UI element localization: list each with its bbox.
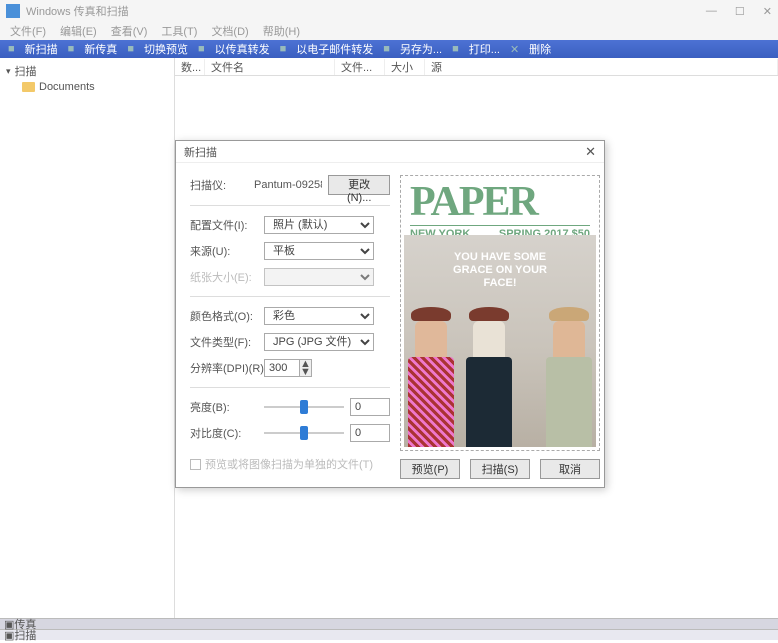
sidebar: ▾ 扫描 Documents	[0, 58, 175, 618]
dpi-spinner[interactable]: ▲▼	[264, 359, 312, 377]
toolbar: ■新扫描 ■新传真 ■切换预览 ■以传真转发 ■以电子邮件转发 ■另存为... …	[0, 40, 778, 58]
menu-view[interactable]: 查看(V)	[105, 23, 154, 39]
mag-title: PAPER	[404, 179, 596, 223]
tb-new-fax[interactable]: 新传真	[80, 41, 121, 57]
brightness-label: 亮度(B):	[190, 399, 258, 415]
tree-scan-label: 扫描	[15, 63, 37, 79]
col-src[interactable]: 源	[425, 59, 778, 75]
caret-icon: ▾	[6, 66, 11, 77]
dialog-buttons: 预览(P) 扫描(S) 取消	[400, 451, 600, 479]
dialog-titlebar: 新扫描 ✕	[176, 141, 604, 163]
category-bars: ▣ 传真 ▣ 扫描	[0, 618, 778, 640]
preview-image: PAPER NEW YORK SPRING 2017 $50 YOU HAVE …	[404, 179, 596, 447]
brightness-slider[interactable]	[264, 399, 344, 415]
scanner-label: 扫描仪:	[190, 177, 248, 193]
folder-icon	[22, 82, 35, 92]
tree-documents[interactable]: Documents	[4, 80, 170, 94]
col-name[interactable]: 文件名	[205, 59, 335, 75]
filetype-select[interactable]: JPG (JPG 文件)	[264, 333, 374, 351]
profile-label: 配置文件(I):	[190, 217, 258, 233]
scanner-value: Pantum-09258C (M6200W...	[254, 179, 322, 191]
close-button[interactable]: ✕	[763, 5, 772, 18]
app-icon	[6, 4, 20, 18]
maximize-button[interactable]: ☐	[735, 5, 745, 18]
dialog-title: 新扫描	[184, 144, 217, 160]
bar-fax[interactable]: ▣ 传真	[0, 618, 778, 629]
paper-label: 纸张大小(E):	[190, 269, 258, 285]
tb-delete[interactable]: 删除	[525, 41, 555, 57]
filetype-label: 文件类型(F):	[190, 334, 258, 350]
tb-email-send[interactable]: 以电子邮件转发	[292, 41, 377, 57]
col-num[interactable]: 数...	[175, 59, 205, 75]
window-controls: — ☐ ✕	[706, 5, 772, 18]
change-scanner-button[interactable]: 更改(N)...	[328, 175, 390, 195]
menu-help[interactable]: 帮助(H)	[257, 23, 306, 39]
dpi-label: 分辨率(DPI)(R):	[190, 360, 258, 376]
col-type[interactable]: 文件...	[335, 59, 385, 75]
color-label: 颜色格式(O):	[190, 308, 258, 324]
source-select[interactable]: 平板	[264, 242, 374, 260]
contrast-label: 对比度(C):	[190, 425, 258, 441]
menu-edit[interactable]: 编辑(E)	[54, 23, 103, 39]
separate-files-checkbox	[190, 459, 201, 470]
list-header: 数... 文件名 文件... 大小 源	[175, 58, 778, 76]
tree-documents-label: Documents	[39, 81, 95, 93]
minimize-button[interactable]: —	[706, 5, 717, 18]
tb-fax-send[interactable]: 以传真转发	[211, 41, 274, 57]
dialog-close-button[interactable]: ✕	[585, 144, 596, 160]
tree-scan[interactable]: ▾ 扫描	[4, 62, 170, 80]
new-scan-dialog: 新扫描 ✕ 扫描仪: Pantum-09258C (M6200W... 更改(N…	[175, 140, 605, 488]
profile-select[interactable]: 照片 (默认)	[264, 216, 374, 234]
dpi-input[interactable]	[264, 359, 300, 377]
mag-tagline: YOU HAVE SOME GRACE ON YOUR FACE!	[404, 251, 596, 291]
tb-new-scan[interactable]: 新扫描	[21, 41, 62, 57]
titlebar: Windows 传真和扫描 — ☐ ✕	[0, 0, 778, 22]
tb-save-as[interactable]: 另存为...	[396, 41, 446, 57]
menu-tools[interactable]: 工具(T)	[155, 23, 203, 39]
menubar: 文件(F) 编辑(E) 查看(V) 工具(T) 文档(D) 帮助(H)	[0, 22, 778, 40]
separate-files-label: 预览或将图像扫描为单独的文件(T)	[205, 456, 373, 472]
menu-file[interactable]: 文件(F)	[4, 23, 52, 39]
source-label: 来源(U):	[190, 243, 258, 259]
contrast-input[interactable]	[350, 424, 390, 442]
cancel-button[interactable]: 取消	[540, 459, 600, 479]
paper-select	[264, 268, 374, 286]
contrast-slider[interactable]	[264, 425, 344, 441]
spin-down-icon[interactable]: ▼	[300, 368, 311, 376]
scan-button[interactable]: 扫描(S)	[470, 459, 530, 479]
tb-toggle-preview[interactable]: 切换预览	[140, 41, 192, 57]
brightness-input[interactable]	[350, 398, 390, 416]
dialog-form: 扫描仪: Pantum-09258C (M6200W... 更改(N)... 配…	[190, 175, 390, 479]
menu-docs[interactable]: 文档(D)	[205, 23, 254, 39]
bar-scan[interactable]: ▣ 扫描	[0, 629, 778, 640]
preview-button[interactable]: 预览(P)	[400, 459, 460, 479]
col-size[interactable]: 大小	[385, 59, 425, 75]
tb-print[interactable]: 打印...	[465, 41, 504, 57]
scan-preview[interactable]: PAPER NEW YORK SPRING 2017 $50 YOU HAVE …	[400, 175, 600, 451]
color-select[interactable]: 彩色	[264, 307, 374, 325]
window-title: Windows 传真和扫描	[26, 3, 706, 19]
